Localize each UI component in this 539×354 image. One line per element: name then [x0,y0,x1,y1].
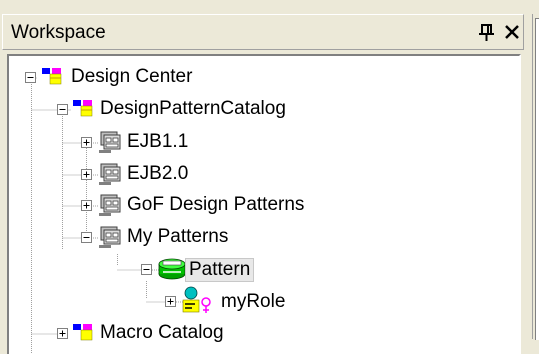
pattern-group-icon [99,226,121,248]
panel-title: Workspace [11,22,106,43]
expand-icon[interactable] [81,137,92,148]
expand-icon[interactable] [81,169,92,180]
collapse-icon[interactable] [57,104,68,115]
pattern-cylinder-icon [158,258,186,280]
collapse-icon[interactable] [25,72,36,83]
collapse-icon[interactable] [141,264,152,275]
tree-label: My Patterns [127,226,229,247]
pattern-group-icon [99,131,121,153]
adjacent-panel-edge [526,0,539,340]
panel-titlebar: Workspace [2,14,524,50]
tree-label: Design Center [71,66,193,87]
expand-icon[interactable] [165,296,176,307]
tree-label: EJB1.1 [127,131,189,152]
pin-button[interactable] [477,21,497,43]
workspace-panel: Workspace Design Center DesignPatternCat… [0,0,526,354]
close-icon [505,25,519,39]
divider [532,14,533,339]
expand-icon[interactable] [57,328,68,339]
collapse-icon[interactable] [81,232,92,243]
workspace-tree[interactable]: Design Center DesignPatternCatalog EJB1.… [7,54,521,354]
tree-label-selected: Pattern [184,258,255,282]
catalog-folder-icon [73,324,93,341]
tree-label: DesignPatternCatalog [100,98,286,119]
close-button[interactable] [501,21,523,43]
pin-icon [479,24,494,41]
pattern-group-icon [99,163,121,185]
expand-icon[interactable] [81,200,92,211]
catalog-folder-icon [73,100,93,117]
tree-label: Macro Catalog [100,322,224,343]
tree-label: myRole [221,291,286,312]
pattern-group-icon [99,194,121,216]
catalog-folder-icon [42,68,62,85]
adjacent-panel-border [535,18,539,340]
tree-label: EJB2.0 [127,163,189,184]
tree-label: GoF Design Patterns [127,194,305,215]
role-icon [182,286,211,313]
